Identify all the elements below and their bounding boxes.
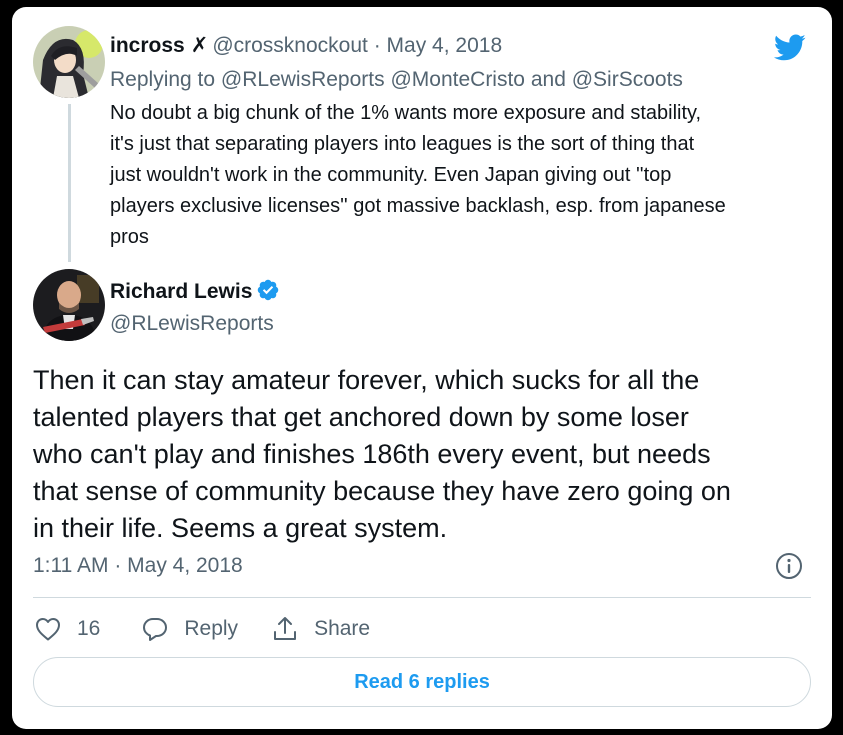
replying-prefix: Replying to [110,68,216,91]
main-tweet-text: Then it can stay amateur forever, which … [33,365,731,543]
parent-tweet-text: No doubt a big chunk of the 1% wants mor… [110,102,726,248]
speech-bubble-icon [143,618,168,641]
reply-mention-montecristo[interactable]: @MonteCristo [390,68,525,91]
info-icon[interactable] [774,551,804,581]
share-button[interactable]: Share [270,614,370,644]
reply-mention-sirscoots[interactable]: @SirScoots [572,68,683,91]
heart-icon [36,618,60,641]
parent-tweet-date[interactable]: May 4, 2018 [387,34,503,57]
parent-author-avatar[interactable] [33,26,105,98]
read-replies-button[interactable]: Read 6 replies [33,657,811,707]
tweet-timestamp[interactable]: 1:11 AM · May 4, 2018 [33,552,243,580]
twitter-bird-icon[interactable] [772,31,808,63]
like-count: 16 [77,617,101,640]
actions-divider [33,597,811,598]
main-author-avatar[interactable] [33,269,105,341]
main-author-name[interactable]: Richard Lewis [110,280,252,303]
replying-to-line: Replying to @RLewisReports @MonteCristo … [110,66,683,94]
share-label: Share [314,617,371,640]
main-author-name-row: Richard Lewis [110,278,280,306]
reply-label: Reply [184,617,239,640]
thread-connector-line [68,104,71,262]
main-author-handle[interactable]: @RLewisReports [110,310,274,338]
parent-tweet-header: incross ✗ @crossknockout · May 4, 2018 [110,32,502,60]
reply-button[interactable]: Reply [140,614,238,644]
parent-author-name-glyph: ✗ [190,34,209,57]
like-button[interactable]: 16 [33,614,100,644]
parent-author-handle[interactable]: @crossknockout [212,34,368,57]
reply-mention-rlewisreports[interactable]: @RLewisReports [221,68,385,91]
parent-author-name[interactable]: incross [110,34,185,57]
replying-and: and [530,68,566,91]
tweet-actions-bar: 16 Reply Share [33,612,370,646]
verified-badge-icon [258,279,279,301]
embedded-tweet-card: incross ✗ @crossknockout · May 4, 2018 Rep… [12,7,832,729]
header-separator: · [373,34,381,57]
share-upload-icon [274,617,297,640]
